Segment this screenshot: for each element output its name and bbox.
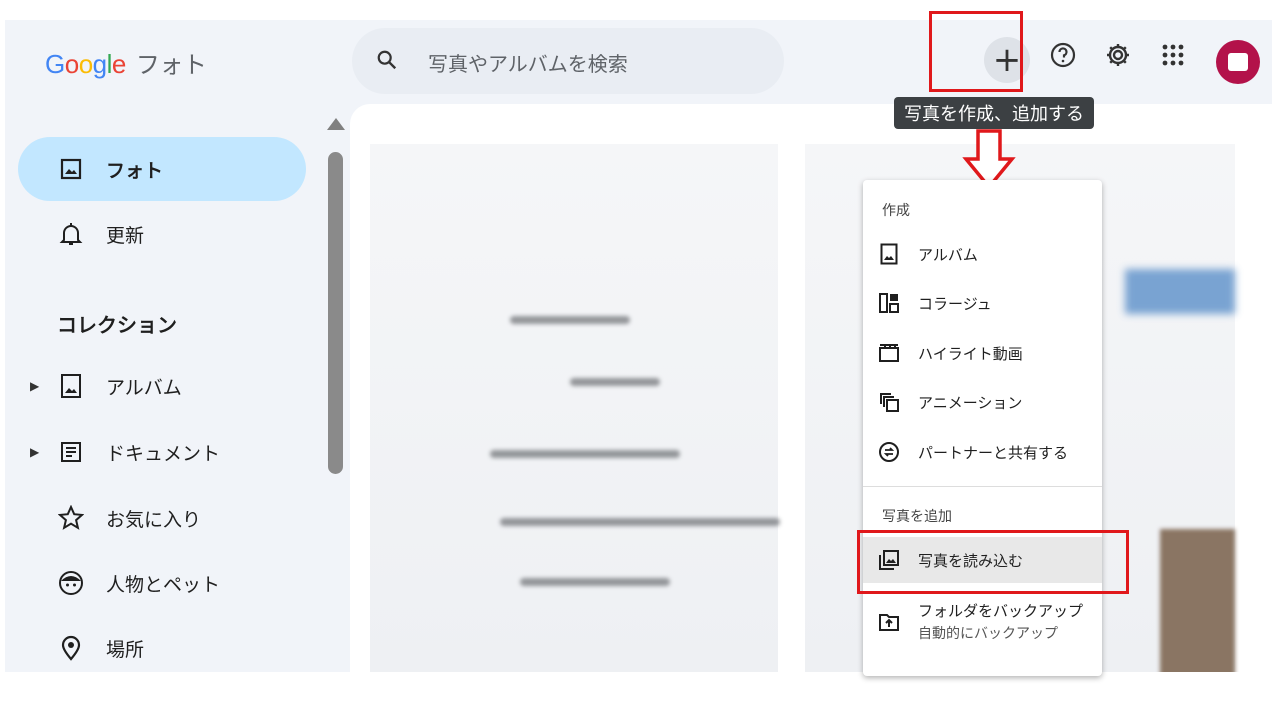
blurred-content bbox=[500, 518, 780, 526]
menu-item-label: パートナーと共有する bbox=[918, 443, 1069, 462]
menu-heading-create: 作成 bbox=[882, 203, 910, 219]
menu-item-backup-folder[interactable]: フォルダをバックアップ 自動的にバックアップ bbox=[863, 596, 1102, 648]
menu-item-label: ハイライト動画 bbox=[918, 344, 1023, 363]
logo-letter: e bbox=[111, 49, 126, 79]
photo-icon bbox=[58, 156, 84, 182]
bell-icon bbox=[58, 221, 84, 247]
gear-icon bbox=[1107, 44, 1129, 66]
collage-icon bbox=[877, 291, 901, 315]
sidebar-item-favorites[interactable]: お気に入り bbox=[18, 486, 306, 550]
blurred-content bbox=[1160, 529, 1235, 672]
scroll-up-arrow-icon[interactable] bbox=[327, 118, 345, 130]
search-icon bbox=[377, 50, 397, 70]
sidebar-item-documents[interactable]: ▶ ドキュメント bbox=[18, 420, 306, 484]
sidebar-item-label: 人物とペット bbox=[106, 573, 221, 596]
search-input[interactable]: 写真やアルバムを検索 bbox=[428, 48, 628, 77]
album-icon bbox=[58, 373, 84, 399]
expand-arrow-icon[interactable]: ▶ bbox=[30, 379, 39, 393]
menu-item-label: アニメーション bbox=[918, 393, 1023, 412]
partner-share-icon bbox=[877, 440, 901, 464]
menu-item-label: アルバム bbox=[918, 245, 978, 264]
blurred-content bbox=[520, 578, 670, 586]
highlight-box-add-button bbox=[929, 11, 1023, 92]
photo-grid bbox=[350, 104, 1272, 672]
star-icon bbox=[58, 505, 84, 531]
menu-item-partner-share[interactable]: パートナーと共有する bbox=[863, 429, 1102, 475]
sidebar-item-albums[interactable]: ▶ アルバム bbox=[18, 354, 306, 418]
menu-item-collage[interactable]: コラージュ bbox=[863, 280, 1102, 326]
menu-divider bbox=[863, 486, 1102, 487]
album-icon bbox=[877, 242, 901, 266]
create-add-menu: 作成 アルバム コラージュ ハイライト動画 アニメーション パートナーと共有する… bbox=[863, 180, 1102, 676]
google-photos-logo[interactable]: Google フォト bbox=[45, 45, 207, 80]
expand-arrow-icon[interactable]: ▶ bbox=[30, 445, 39, 459]
animation-icon bbox=[877, 390, 901, 414]
menu-heading-add-photos: 写真を追加 bbox=[882, 509, 952, 525]
menu-item-highlight-video[interactable]: ハイライト動画 bbox=[863, 330, 1102, 376]
blurred-content bbox=[490, 450, 680, 458]
logo-letter: G bbox=[45, 49, 65, 79]
sidebar-item-label: 場所 bbox=[106, 638, 145, 661]
sidebar-item-updates[interactable]: 更新 bbox=[18, 202, 306, 266]
apps-grid-icon bbox=[1162, 44, 1184, 66]
collection-heading: コレクション bbox=[57, 313, 177, 337]
blurred-content bbox=[1125, 269, 1235, 314]
blurred-content bbox=[570, 378, 660, 386]
sidebar-scrollbar[interactable] bbox=[327, 118, 345, 478]
sidebar-item-label: フォト bbox=[106, 159, 164, 182]
sidebar-item-photos[interactable]: フォト bbox=[18, 137, 306, 201]
location-icon bbox=[58, 635, 84, 661]
menu-item-label: コラージュ bbox=[918, 294, 992, 313]
logo-letter: o bbox=[78, 49, 93, 79]
settings-button[interactable] bbox=[1103, 40, 1133, 70]
sidebar-item-label: ドキュメント bbox=[106, 442, 221, 465]
product-name: フォト bbox=[135, 51, 207, 79]
sidebar-item-label: 更新 bbox=[106, 224, 145, 247]
help-icon bbox=[1050, 42, 1076, 68]
face-icon bbox=[58, 570, 84, 596]
photo-thumbnail[interactable] bbox=[370, 144, 780, 672]
apps-button[interactable] bbox=[1158, 40, 1188, 70]
menu-item-animation[interactable]: アニメーション bbox=[863, 379, 1102, 425]
help-button[interactable] bbox=[1048, 40, 1078, 70]
avatar-image bbox=[1228, 53, 1248, 71]
highlight-box-import-photos bbox=[857, 530, 1129, 594]
scroll-thumb[interactable] bbox=[328, 152, 343, 474]
menu-item-album[interactable]: アルバム bbox=[863, 231, 1102, 277]
create-add-tooltip: 写真を作成、追加する bbox=[894, 97, 1094, 129]
sidebar-item-label: お気に入り bbox=[106, 508, 202, 531]
blurred-content bbox=[510, 316, 630, 324]
account-avatar[interactable] bbox=[1216, 40, 1260, 84]
menu-item-sublabel: 自動的にバックアップ bbox=[918, 626, 1058, 642]
sidebar-item-label: アルバム bbox=[106, 376, 182, 399]
logo-letter: g bbox=[92, 49, 107, 79]
sidebar: フォト 更新 コレクション ▶ アルバム ▶ ドキュメント お気に入り 人物とペ… bbox=[5, 104, 320, 672]
menu-item-label: フォルダをバックアップ bbox=[918, 602, 1084, 620]
sidebar-item-places[interactable]: 場所 bbox=[18, 616, 306, 672]
movie-icon bbox=[877, 341, 901, 365]
document-icon bbox=[58, 439, 84, 465]
logo-letter: o bbox=[64, 49, 79, 79]
sidebar-item-people-pets[interactable]: 人物とペット bbox=[18, 551, 306, 615]
search-bar[interactable]: 写真やアルバムを検索 bbox=[352, 28, 784, 94]
folder-upload-icon bbox=[877, 610, 901, 634]
